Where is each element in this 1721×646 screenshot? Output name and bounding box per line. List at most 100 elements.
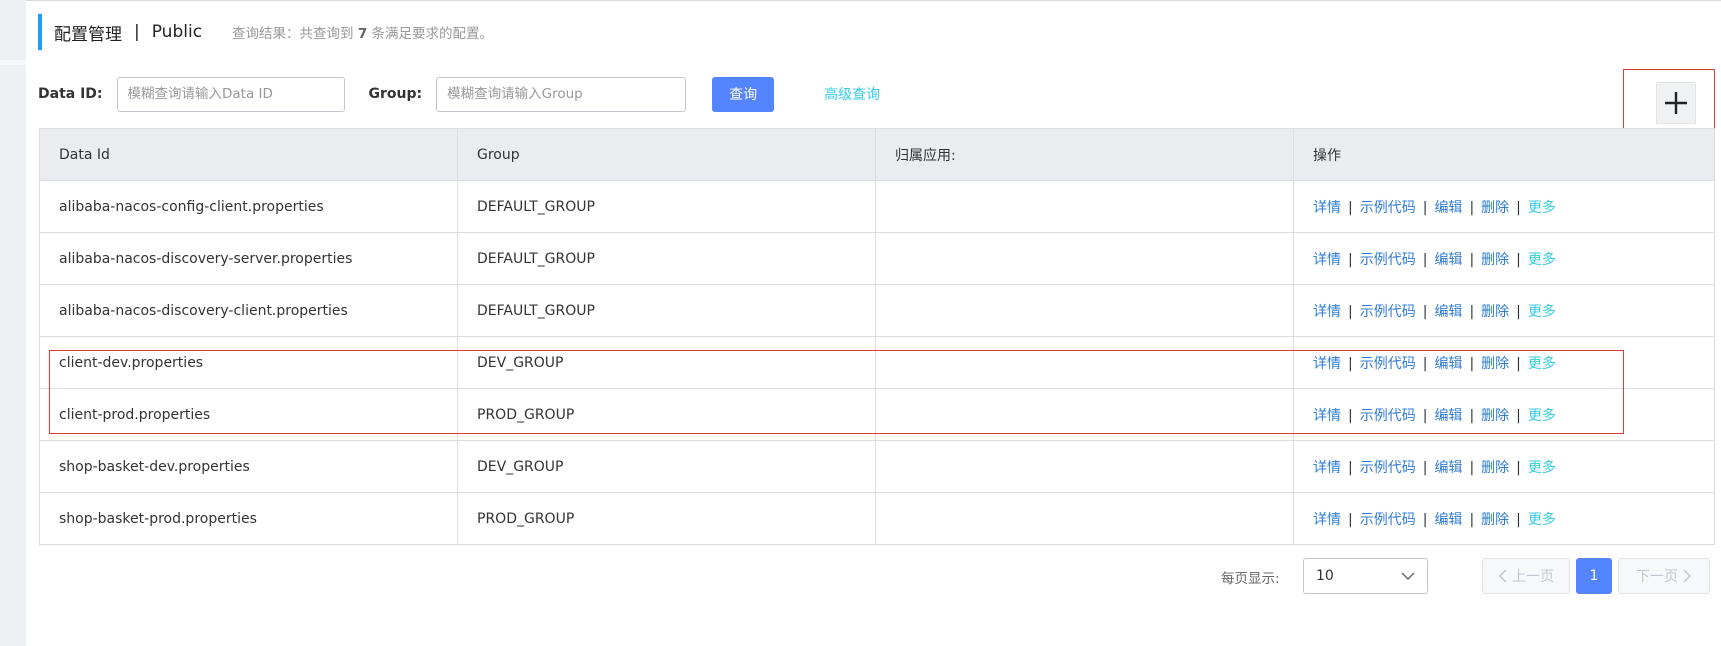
action-separator: |: [1516, 355, 1521, 372]
table-row: shop-basket-prod.properties PROD_GROUP 详情 |…: [39, 492, 1715, 545]
top-divider: [26, 0, 1721, 1]
cell-actions: 详情 | 示例代码 | 编辑 | 删除 | 更多: [1293, 232, 1715, 285]
query-result-prefix: 查询结果：共查询到: [232, 26, 354, 42]
namespace-name: Public: [151, 22, 203, 42]
chevron-down-icon: [1401, 572, 1415, 580]
action-edit-link[interactable]: 编辑: [1434, 356, 1462, 372]
action-delete-link[interactable]: 删除: [1481, 356, 1509, 372]
action-separator: |: [1516, 199, 1521, 216]
cell-group: DEFAULT_GROUP: [457, 180, 876, 233]
cell-app: [875, 180, 1294, 233]
cell-actions: 详情 | 示例代码 | 编辑 | 删除 | 更多: [1293, 284, 1715, 337]
action-detail-link[interactable]: 详情: [1313, 200, 1341, 216]
action-separator: |: [1516, 251, 1521, 268]
action-detail-link[interactable]: 详情: [1313, 304, 1341, 320]
title-separator: |: [134, 22, 140, 42]
data-id-label: Data ID:: [38, 86, 103, 102]
action-separator: |: [1469, 511, 1475, 528]
action-separator: |: [1348, 251, 1353, 268]
action-separator: |: [1348, 407, 1353, 424]
action-more-link[interactable]: 更多: [1528, 512, 1556, 528]
action-separator: |: [1469, 355, 1475, 372]
action-detail-link[interactable]: 详情: [1313, 408, 1341, 424]
next-page-label: 下一页: [1636, 569, 1678, 585]
action-sample-code-link[interactable]: 示例代码: [1360, 304, 1416, 320]
action-more-link[interactable]: 更多: [1528, 460, 1556, 476]
cell-app: [875, 388, 1294, 441]
action-delete-link[interactable]: 删除: [1481, 304, 1509, 320]
action-sample-code-link[interactable]: 示例代码: [1360, 200, 1416, 216]
action-detail-link[interactable]: 详情: [1313, 460, 1341, 476]
column-header-app: 归属应用:: [875, 128, 1294, 181]
table-row: alibaba-nacos-discovery-client.propertie…: [39, 284, 1715, 337]
cell-actions: 详情 | 示例代码 | 编辑 | 删除 | 更多: [1293, 180, 1715, 233]
action-separator: |: [1516, 303, 1521, 320]
group-input[interactable]: [436, 76, 687, 112]
action-sample-code-link[interactable]: 示例代码: [1360, 512, 1416, 528]
action-separator: |: [1516, 407, 1521, 424]
action-edit-link[interactable]: 编辑: [1434, 408, 1462, 424]
next-page-button[interactable]: 下一页: [1618, 558, 1710, 594]
action-separator: |: [1348, 355, 1353, 372]
cell-data-id: client-prod.properties: [39, 388, 458, 441]
action-edit-link[interactable]: 编辑: [1434, 304, 1462, 320]
advanced-query-link[interactable]: 高级查询: [824, 84, 880, 104]
action-detail-link[interactable]: 详情: [1313, 512, 1341, 528]
action-more-link[interactable]: 更多: [1528, 408, 1556, 424]
prev-page-button[interactable]: 上一页: [1482, 558, 1570, 594]
action-delete-link[interactable]: 删除: [1481, 252, 1509, 268]
query-button[interactable]: 查询: [712, 76, 775, 112]
cell-actions: 详情 | 示例代码 | 编辑 | 删除 | 更多: [1293, 492, 1715, 545]
prev-page-label: 上一页: [1512, 569, 1554, 585]
action-more-link[interactable]: 更多: [1528, 304, 1556, 320]
cell-group: DEFAULT_GROUP: [457, 284, 876, 337]
action-delete-link[interactable]: 删除: [1481, 408, 1509, 424]
action-separator: |: [1348, 459, 1353, 476]
cell-group: PROD_GROUP: [457, 388, 876, 441]
data-id-input[interactable]: [116, 76, 345, 112]
action-separator: |: [1469, 199, 1475, 216]
action-delete-link[interactable]: 删除: [1481, 200, 1509, 216]
action-detail-link[interactable]: 详情: [1313, 252, 1341, 268]
action-edit-link[interactable]: 编辑: [1434, 512, 1462, 528]
page-header: 配置管理 | Public 查询结果：共查询到 7 条满足要求的配置。: [38, 14, 493, 50]
action-sample-code-link[interactable]: 示例代码: [1360, 408, 1416, 424]
action-more-link[interactable]: 更多: [1528, 252, 1556, 268]
action-separator: |: [1422, 251, 1428, 268]
action-more-link[interactable]: 更多: [1528, 200, 1556, 216]
query-result-count: 7: [357, 26, 368, 42]
sidebar-divider: [0, 60, 26, 65]
cell-data-id: shop-basket-dev.properties: [39, 440, 458, 493]
cell-app: [875, 336, 1294, 389]
page-title: 配置管理: [54, 24, 122, 45]
table-header-row: Data Id Group 归属应用: 操作: [39, 128, 1715, 181]
cell-data-id: alibaba-nacos-config-client.properties: [39, 180, 458, 233]
search-bar: Data ID: Group: 查询 高级查询: [38, 76, 880, 112]
table-row: alibaba-nacos-discovery-server.propertie…: [39, 232, 1715, 285]
action-delete-link[interactable]: 删除: [1481, 512, 1509, 528]
add-config-button[interactable]: [1656, 82, 1696, 124]
table-row: client-dev.properties DEV_GROUP 详情 | 示例代码 | 编辑…: [39, 336, 1715, 389]
action-edit-link[interactable]: 编辑: [1434, 460, 1462, 476]
action-edit-link[interactable]: 编辑: [1434, 200, 1462, 216]
page-size-select[interactable]: 10: [1303, 558, 1428, 594]
cell-app: [875, 232, 1294, 285]
action-sample-code-link[interactable]: 示例代码: [1360, 356, 1416, 372]
chevron-right-icon: [1683, 569, 1692, 583]
action-detail-link[interactable]: 详情: [1313, 356, 1341, 372]
action-more-link[interactable]: 更多: [1528, 356, 1556, 372]
action-separator: |: [1469, 459, 1475, 476]
config-table: Data Id Group 归属应用: 操作 alibaba-nacos-con…: [39, 128, 1715, 545]
cell-data-id: client-dev.properties: [39, 336, 458, 389]
action-separator: |: [1469, 407, 1475, 424]
action-edit-link[interactable]: 编辑: [1434, 252, 1462, 268]
group-label: Group:: [368, 86, 423, 102]
column-header-actions: 操作: [1293, 128, 1715, 181]
action-sample-code-link[interactable]: 示例代码: [1360, 252, 1416, 268]
page-number-current[interactable]: 1: [1576, 558, 1612, 594]
action-delete-link[interactable]: 删除: [1481, 460, 1509, 476]
page-size-value: 10: [1316, 568, 1334, 584]
action-separator: |: [1422, 511, 1428, 528]
action-sample-code-link[interactable]: 示例代码: [1360, 460, 1416, 476]
action-separator: |: [1469, 303, 1475, 320]
